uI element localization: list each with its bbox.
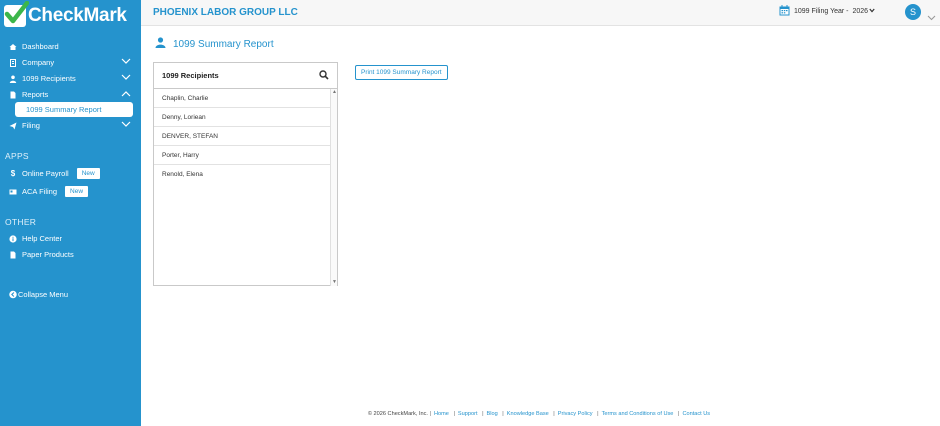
sidebar-item-dashboard[interactable]: Dashboard <box>0 39 141 54</box>
sidebar-item-filing[interactable]: Filing <box>0 118 141 133</box>
paper-plane-icon <box>9 122 17 130</box>
footer-link-contact[interactable]: Contact Us <box>682 411 710 417</box>
company-name: PHOENIX LABOR GROUP LLC <box>153 7 298 18</box>
sidebar-item-label: ACA Filing <box>22 187 58 196</box>
chevron-down-icon <box>121 121 131 130</box>
sidebar-item-company[interactable]: Company <box>0 55 141 70</box>
sidebar-item-label: Online Payroll <box>22 169 69 178</box>
footer: © 2026 CheckMark, Inc. | Home | Support | B… <box>367 411 711 417</box>
filing-year-value: 2026 <box>852 8 869 15</box>
sidebar-item-label: Help Center <box>22 234 63 243</box>
scroll-up-arrow-icon[interactable]: ▲ <box>332 90 337 95</box>
filing-year-selector[interactable]: 1099 Filing Year - 2026 <box>779 5 875 18</box>
recipients-panel: 1099 Recipients Chaplin, Charlie Denny, … <box>153 62 338 286</box>
logo-check-icon <box>4 1 29 27</box>
new-badge: New <box>76 168 100 179</box>
top-header: PHOENIX LABOR GROUP LLC 1099 Filing Year… <box>141 0 940 26</box>
sidebar-item-online-payroll[interactable]: $ Online Payroll New <box>0 166 141 181</box>
report-icon <box>9 91 17 99</box>
page-title-text: 1099 Summary Report <box>173 38 274 50</box>
chevron-down-icon <box>869 8 875 15</box>
sidebar-item-1099-summary-report[interactable]: 1099 Summary Report <box>15 102 133 117</box>
footer-link-support[interactable]: Support <box>458 411 478 417</box>
other-section-label: OTHER <box>5 217 37 227</box>
checkmark-logo[interactable]: CheckMark <box>4 1 127 29</box>
list-item[interactable]: Renold, Elena <box>154 165 332 184</box>
search-icon[interactable] <box>319 69 329 82</box>
building-icon <box>9 58 17 67</box>
sidebar-item-label: Filing <box>22 121 40 130</box>
user-icon <box>9 75 17 83</box>
dollar-icon: $ <box>10 169 16 178</box>
sidebar-item-help-center[interactable]: Help Center <box>0 231 141 246</box>
collapse-menu-label: Collapse Menu <box>18 290 69 299</box>
user-icon <box>155 37 166 51</box>
sidebar-item-label: Reports <box>22 90 49 99</box>
sidebar-item-1099-recipients[interactable]: 1099 Recipients <box>0 71 141 86</box>
chevron-up-icon <box>121 90 131 99</box>
panel-header: 1099 Recipients <box>154 63 337 89</box>
sidebar-item-label: Paper Products <box>22 250 74 259</box>
page-title: 1099 Summary Report <box>155 37 274 51</box>
collapse-menu-button[interactable]: Collapse Menu <box>0 287 141 302</box>
sidebar-item-label: Dashboard <box>22 42 59 51</box>
chevron-down-icon <box>121 74 131 83</box>
user-avatar[interactable]: S <box>905 4 921 20</box>
list-item[interactable]: DENVER, STEFAN <box>154 127 332 146</box>
list-item[interactable]: Porter, Harry <box>154 146 332 165</box>
sidebar-item-label: Company <box>22 58 55 67</box>
home-icon <box>9 43 17 51</box>
sidebar-item-paper-products[interactable]: Paper Products <box>0 247 141 262</box>
print-summary-button[interactable]: Print 1099 Summary Report <box>355 65 448 80</box>
sidebar-item-label: 1099 Recipients <box>22 74 76 83</box>
calendar-icon <box>779 5 790 18</box>
filing-year-label: 1099 Filing Year - <box>794 8 849 15</box>
copyright-text: © 2026 CheckMark, Inc. <box>367 411 428 417</box>
logo-text: CheckMark <box>28 5 127 26</box>
footer-link-privacy-policy[interactable]: Privacy Policy <box>558 411 593 417</box>
sidebar-subitem-label: 1099 Summary Report <box>26 105 102 114</box>
footer-link-terms[interactable]: Terms and Conditions of Use <box>602 411 674 417</box>
sidebar-item-reports[interactable]: Reports <box>0 87 141 102</box>
apps-section-label: APPS <box>5 151 29 161</box>
id-card-icon <box>9 188 17 196</box>
recipient-list: Chaplin, Charlie Denny, Loriean DENVER, … <box>154 89 332 184</box>
sidebar-item-aca-filing[interactable]: ACA Filing New <box>0 184 141 199</box>
list-item[interactable]: Chaplin, Charlie <box>154 89 332 108</box>
list-item[interactable]: Denny, Loriean <box>154 108 332 127</box>
scroll-down-arrow-icon[interactable]: ▼ <box>332 280 337 285</box>
panel-title: 1099 Recipients <box>162 71 219 80</box>
footer-link-home[interactable]: Home <box>434 411 449 417</box>
document-icon <box>9 251 17 259</box>
footer-link-knowledge-base[interactable]: Knowledge Base <box>507 411 549 417</box>
scrollbar[interactable]: ▲ ▼ <box>330 89 337 286</box>
info-icon <box>9 234 17 243</box>
new-badge: New <box>65 186 89 197</box>
chevron-down-icon <box>121 58 131 67</box>
filing-year-select[interactable]: 2026 <box>852 8 875 15</box>
sidebar: CheckMark Dashboard Company 1099 Recipie… <box>0 0 141 426</box>
collapse-icon <box>9 290 17 299</box>
footer-link-blog[interactable]: Blog <box>487 411 498 417</box>
chevron-down-icon[interactable] <box>927 8 936 26</box>
